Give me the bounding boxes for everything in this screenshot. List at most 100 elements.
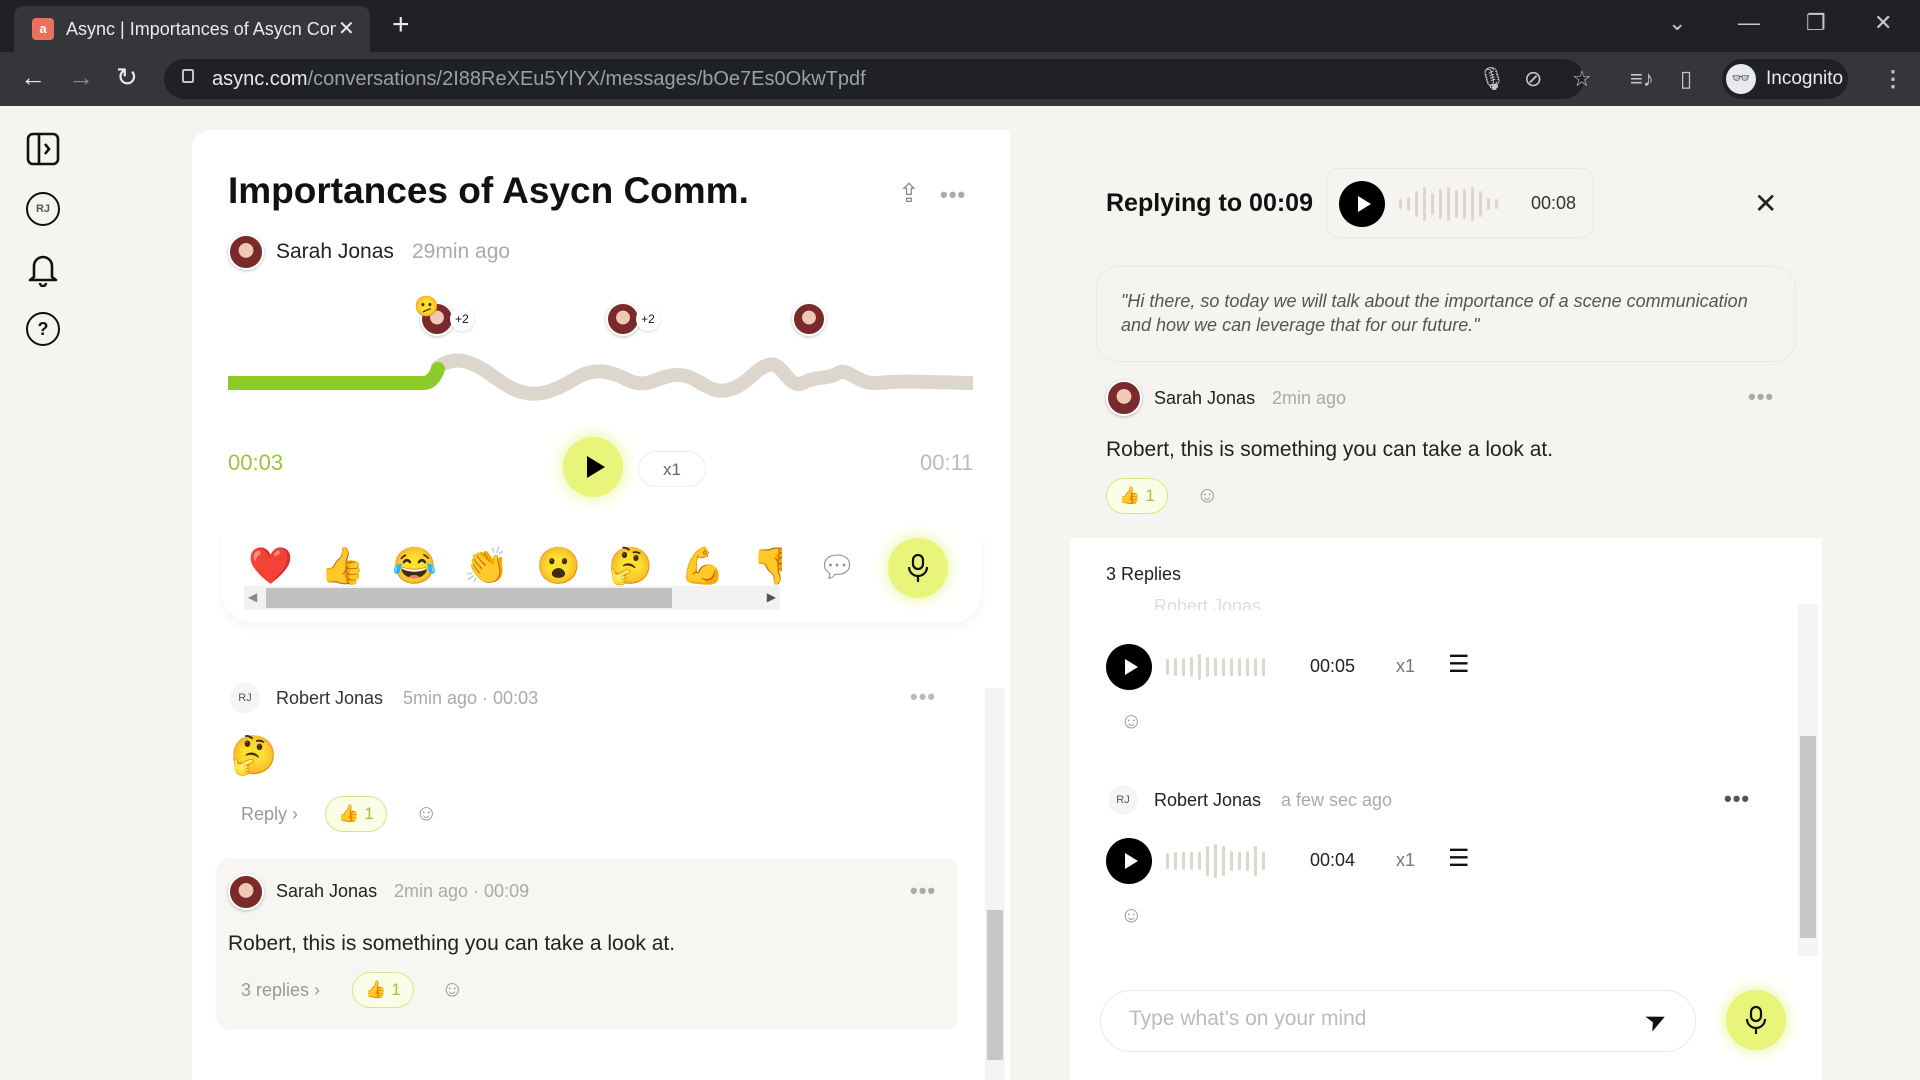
record-button[interactable] (888, 538, 948, 598)
side-panel-icon[interactable]: ▯ (1680, 66, 1692, 92)
add-reaction-icon[interactable]: ☺ (1196, 482, 1218, 508)
timeline-marker-avatar[interactable] (792, 302, 826, 336)
tab-title: Async | Importances of Asycn Comm. (66, 19, 336, 39)
reaction-chip[interactable]: 👍 1 (325, 796, 387, 832)
reaction-surprised[interactable]: 😮 (536, 545, 581, 587)
parent-more-icon[interactable]: ••• (1748, 384, 1774, 410)
audio-waveform[interactable] (228, 345, 973, 425)
reply-author: Robert Jonas (1154, 596, 1262, 610)
message-emoji: 🤔 (230, 735, 278, 777)
scrollbar-thumb[interactable] (1800, 736, 1816, 938)
reaction-scrollbar[interactable]: ◀ ▶ (244, 586, 780, 610)
add-reaction-icon[interactable]: ☺ (1120, 902, 1142, 928)
sidebar-toggle-button[interactable] (24, 130, 62, 168)
reaction-emoji: 👍 (338, 804, 360, 823)
waveform-bar (1190, 852, 1193, 870)
new-tab-button[interactable]: + (392, 8, 410, 42)
message-more-icon[interactable]: ••• (910, 878, 936, 904)
reaction-clap[interactable]: 👏 (464, 545, 509, 587)
transcript-icon[interactable]: ☰ (1448, 847, 1470, 871)
reaction-flex[interactable]: 💪 (680, 545, 725, 587)
waveform-bar (1463, 189, 1466, 219)
tab-search-icon[interactable]: ⌄ (1668, 10, 1686, 36)
replies-link[interactable]: 3 replies › (241, 980, 320, 1001)
close-window-button[interactable]: ✕ (1874, 10, 1892, 36)
message-more-icon[interactable]: ••• (910, 684, 936, 710)
microphone-icon (907, 553, 929, 582)
reply-speed[interactable]: x1 (1396, 656, 1415, 677)
record-reply-button[interactable] (1726, 990, 1786, 1050)
reaction-heart[interactable]: ❤️ (248, 545, 293, 587)
browser-tab[interactable]: a Async | Importances of Asycn Comm. ✕ (14, 6, 370, 52)
comment-icon[interactable]: 💬︎ (818, 550, 856, 585)
eye-off-icon[interactable]: ⊘ (1524, 66, 1542, 92)
clip-duration: 00:08 (1531, 193, 1577, 213)
reaction-thumbs-up[interactable]: 👍 (320, 545, 365, 587)
sidebar-notifications-button[interactable] (24, 250, 62, 288)
waveform-bar (1174, 852, 1177, 870)
waveform-bar (1423, 187, 1426, 221)
sidebar-profile-button[interactable]: RJ (24, 190, 62, 228)
reaction-chip[interactable]: 👍 1 (352, 972, 414, 1008)
share-icon[interactable]: ⇪ (898, 178, 920, 209)
incognito-icon: 👓 (1726, 64, 1756, 94)
add-reaction-icon[interactable]: ☺ (415, 800, 437, 826)
reaction-thumbs-down[interactable]: 👎 (752, 545, 782, 587)
add-reaction-icon[interactable]: ☺ (1120, 708, 1142, 734)
reply-link[interactable]: Reply › (241, 804, 298, 825)
microphone-icon[interactable]: 🎙 (1478, 66, 1506, 92)
send-icon[interactable]: ➤ (1640, 1002, 1673, 1039)
waveform-bar (1214, 658, 1217, 676)
clip-play-button[interactable] (1339, 181, 1385, 227)
incognito-profile-button[interactable]: 👓 Incognito (1722, 59, 1848, 99)
reply-play-button[interactable] (1106, 838, 1152, 884)
reply-play-button[interactable] (1106, 644, 1152, 690)
clip-waveform (1399, 183, 1498, 225)
close-thread-icon[interactable]: ✕ (1754, 187, 1777, 220)
back-icon[interactable]: ← (20, 62, 46, 93)
add-reaction-icon[interactable]: ☺ (441, 976, 463, 1002)
profile-avatar: RJ (26, 192, 60, 226)
author-name: Sarah Jonas (276, 240, 394, 263)
author-initials-avatar: RJ (230, 683, 260, 713)
help-icon: ? (26, 312, 60, 346)
reaction-chip[interactable]: 👍 1 (1106, 478, 1168, 514)
more-options-icon[interactable]: ••• (940, 182, 966, 208)
play-icon (586, 456, 605, 478)
timeline-marker-avatar[interactable] (606, 302, 640, 336)
scroll-left-arrow[interactable]: ◀ (248, 590, 257, 604)
media-control-icon[interactable]: ≡♪ (1630, 66, 1654, 92)
reaction-count: 1 (391, 980, 401, 999)
close-tab-icon[interactable]: ✕ (338, 16, 355, 41)
playback-speed-button[interactable]: x1 (638, 451, 706, 487)
message-author: Robert Jonas (276, 688, 384, 708)
bookmark-star-icon[interactable]: ☆ (1572, 66, 1592, 92)
reaction-thinking[interactable]: 🤔 (608, 545, 653, 587)
scrollbar-thumb[interactable] (987, 910, 1003, 1060)
sidebar-help-button[interactable]: ? (24, 310, 62, 348)
waveform-bar (1254, 846, 1257, 876)
messages-scrollbar[interactable] (985, 688, 1005, 1080)
reload-icon[interactable]: ↻ (116, 62, 138, 93)
waveform-bar (1447, 187, 1450, 221)
reply-more-icon[interactable]: ••• (1724, 786, 1750, 812)
forward-icon[interactable]: → (68, 62, 94, 93)
play-button[interactable] (563, 437, 623, 497)
waveform-bar (1399, 199, 1402, 209)
reply-input[interactable] (1129, 1007, 1609, 1031)
minimize-button[interactable]: — (1738, 10, 1760, 36)
waveform-bar (1230, 851, 1233, 871)
reaction-count: 1 (1145, 486, 1155, 505)
replies-scrollbar[interactable] (1798, 604, 1818, 956)
reply-time: a few sec ago (1281, 790, 1393, 810)
parent-avatar (1106, 380, 1142, 416)
scrollbar-thumb[interactable] (266, 588, 672, 608)
address-bar[interactable]: async.com/conversations/2I88ReXEu5YlYX/m… (164, 59, 1584, 99)
transcript-icon[interactable]: ☰ (1448, 653, 1470, 677)
scroll-right-arrow[interactable]: ▶ (767, 590, 776, 604)
reply-speed[interactable]: x1 (1396, 850, 1415, 871)
reaction-laugh[interactable]: 😂 (392, 545, 437, 587)
browser-menu-icon[interactable]: ⋮ (1882, 66, 1904, 92)
restore-button[interactable]: ❐ (1806, 10, 1826, 36)
waveform-bar (1262, 852, 1265, 870)
